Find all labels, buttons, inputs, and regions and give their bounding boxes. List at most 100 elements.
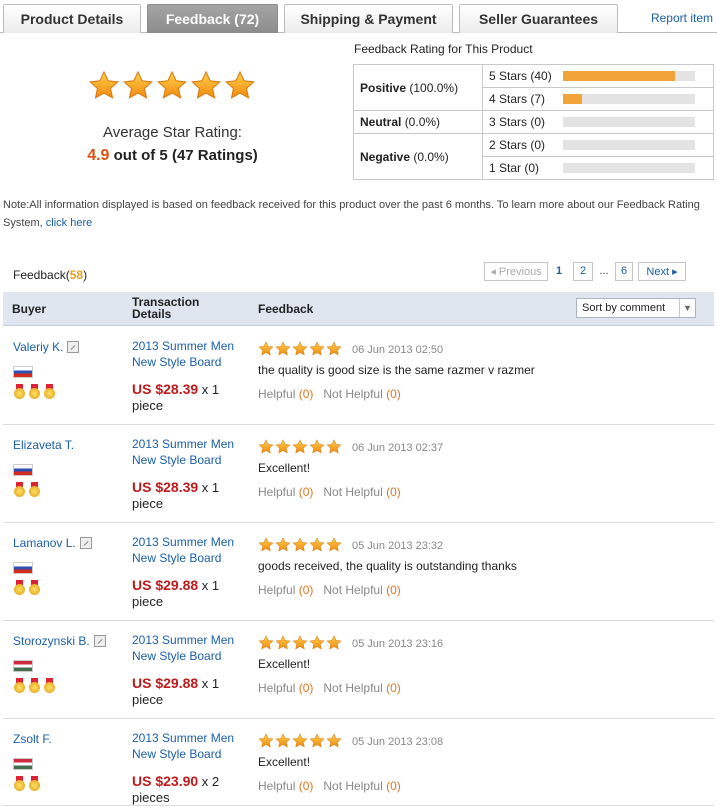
star-icon [309, 733, 325, 752]
star-icon [326, 439, 342, 458]
click-here-link[interactable]: click here [46, 217, 92, 229]
rating-bar-fill [562, 71, 675, 81]
feedback-row: Storozynski B. 2013 Summer Men New Style … [3, 621, 714, 719]
product-link[interactable]: 2013 Summer Men New Style Board [132, 632, 247, 664]
buyer-level-medals [13, 384, 56, 399]
tab-bar: Product Details Feedback (72) Shipping &… [0, 0, 717, 33]
star-icon [309, 537, 325, 556]
medal-icon [28, 678, 41, 693]
product-link[interactable]: 2013 Summer Men New Style Board [132, 338, 247, 370]
page-6-button[interactable]: 6 [615, 261, 633, 281]
product-link[interactable]: 2013 Summer Men New Style Board [132, 436, 247, 468]
medal-icon [13, 482, 26, 497]
country-flag-icon [13, 562, 33, 574]
medal-icon [13, 384, 26, 399]
star-icon [292, 733, 308, 752]
star-icon [292, 439, 308, 458]
medal-icon [13, 776, 26, 791]
previous-page-button[interactable]: ◂ Previous [484, 261, 548, 281]
star-icon [275, 439, 291, 458]
buyer-column-header: Buyer [12, 302, 47, 316]
buyer-level-medals [13, 482, 41, 497]
medal-icon [28, 384, 41, 399]
feedback-star-rating [258, 439, 342, 458]
feedback-comment: Excellent! [258, 657, 311, 671]
buyer-name[interactable]: Elizaveta T. [13, 438, 74, 452]
star-level-label: 4 Stars (7) [482, 87, 563, 111]
negative-category: Negative (0.0%) [353, 133, 483, 180]
next-page-button[interactable]: Next ▸ [638, 261, 686, 281]
helpful-button[interactable]: Helpful (0) [258, 485, 313, 499]
not-helpful-button[interactable]: Not Helpful (0) [323, 681, 400, 695]
sort-select[interactable]: Sort by comment ▼ [576, 298, 696, 318]
feedback-note: Note:All information displayed is based … [3, 199, 700, 229]
average-rating-detail: out of 5 (47 Ratings) [109, 147, 258, 164]
product-link[interactable]: 2013 Summer Men New Style Board [132, 730, 247, 762]
feedback-table-header: Buyer Transaction Details Feedback Sort … [3, 292, 714, 326]
not-helpful-button[interactable]: Not Helpful (0) [323, 485, 400, 499]
pagination: ◂ Previous 1 2 ... 6 Next ▸ [484, 261, 686, 281]
tab-feedback[interactable]: Feedback (72) [147, 4, 278, 33]
report-item-link[interactable]: Report item [651, 11, 713, 25]
star-icon [258, 537, 274, 556]
helpful-button[interactable]: Helpful (0) [258, 387, 313, 401]
star-icon [326, 635, 342, 654]
medal-icon [43, 384, 56, 399]
summary-star-rating [88, 70, 256, 105]
not-helpful-button[interactable]: Not Helpful (0) [323, 583, 400, 597]
helpful-votes: Helpful (0) Not Helpful (0) [258, 387, 401, 401]
medal-icon [43, 678, 56, 693]
star-icon [275, 635, 291, 654]
star-icon [258, 635, 274, 654]
transaction-column-header: Transaction Details [132, 295, 200, 321]
helpful-button[interactable]: Helpful (0) [258, 583, 313, 597]
tab-seller-guarantees[interactable]: Seller Guarantees [459, 4, 618, 33]
feedback-row: Valeriy K. 2013 Summer Men New Style Boar… [3, 327, 714, 425]
transaction-price: US $29.88 x 1 piece [132, 577, 220, 609]
star-level-label: 2 Stars (0) [482, 133, 563, 157]
star-icon [309, 635, 325, 654]
buyer-name[interactable]: Storozynski B. [13, 634, 106, 648]
star-icon [258, 733, 274, 752]
buyer-name[interactable]: Valeriy K. [13, 340, 80, 354]
product-link[interactable]: 2013 Summer Men New Style Board [132, 534, 247, 566]
country-flag-icon [13, 366, 33, 378]
medal-icon [28, 482, 41, 497]
helpful-votes: Helpful (0) Not Helpful (0) [258, 485, 401, 499]
star-icon [292, 635, 308, 654]
medal-icon [28, 776, 41, 791]
star-icon [309, 341, 325, 360]
buyer-level-medals [13, 580, 41, 595]
medal-icon [28, 580, 41, 595]
feedback-date: 05 Jun 2013 23:32 [352, 540, 444, 552]
feedback-comment: Excellent! [258, 461, 311, 475]
tab-product-details[interactable]: Product Details [3, 4, 141, 33]
helpful-button[interactable]: Helpful (0) [258, 681, 313, 695]
verified-icon [79, 537, 92, 549]
star-icon [156, 70, 188, 105]
rating-bar [562, 94, 695, 104]
star-icon [258, 341, 274, 360]
helpful-votes: Helpful (0) Not Helpful (0) [258, 583, 401, 597]
country-flag-icon [13, 660, 33, 672]
star-icon [292, 341, 308, 360]
buyer-name[interactable]: Zsolt F. [13, 732, 52, 746]
star-icon [326, 537, 342, 556]
not-helpful-button[interactable]: Not Helpful (0) [323, 779, 400, 793]
feedback-comment: the quality is good size is the same raz… [258, 363, 535, 377]
star-icon [224, 70, 256, 105]
feedback-row: Elizaveta T. 2013 Summer Men New Style Bo… [3, 425, 714, 523]
country-flag-icon [13, 464, 33, 476]
buyer-name[interactable]: Lamanov L. [13, 536, 92, 550]
feedback-row: Zsolt F. 2013 Summer Men New Style Board U… [3, 719, 714, 806]
not-helpful-button[interactable]: Not Helpful (0) [323, 387, 400, 401]
rating-bar-fill [562, 94, 583, 104]
helpful-button[interactable]: Helpful (0) [258, 779, 313, 793]
buyer-level-medals [13, 678, 56, 693]
feedback-comment: goods received, the quality is outstandi… [258, 559, 517, 573]
feedback-star-rating [258, 733, 342, 752]
page-1-button[interactable]: 1 [548, 261, 570, 281]
page-2-button[interactable]: 2 [573, 261, 593, 281]
tab-shipping-payment[interactable]: Shipping & Payment [284, 4, 453, 33]
transaction-price: US $28.39 x 1 piece [132, 479, 220, 511]
